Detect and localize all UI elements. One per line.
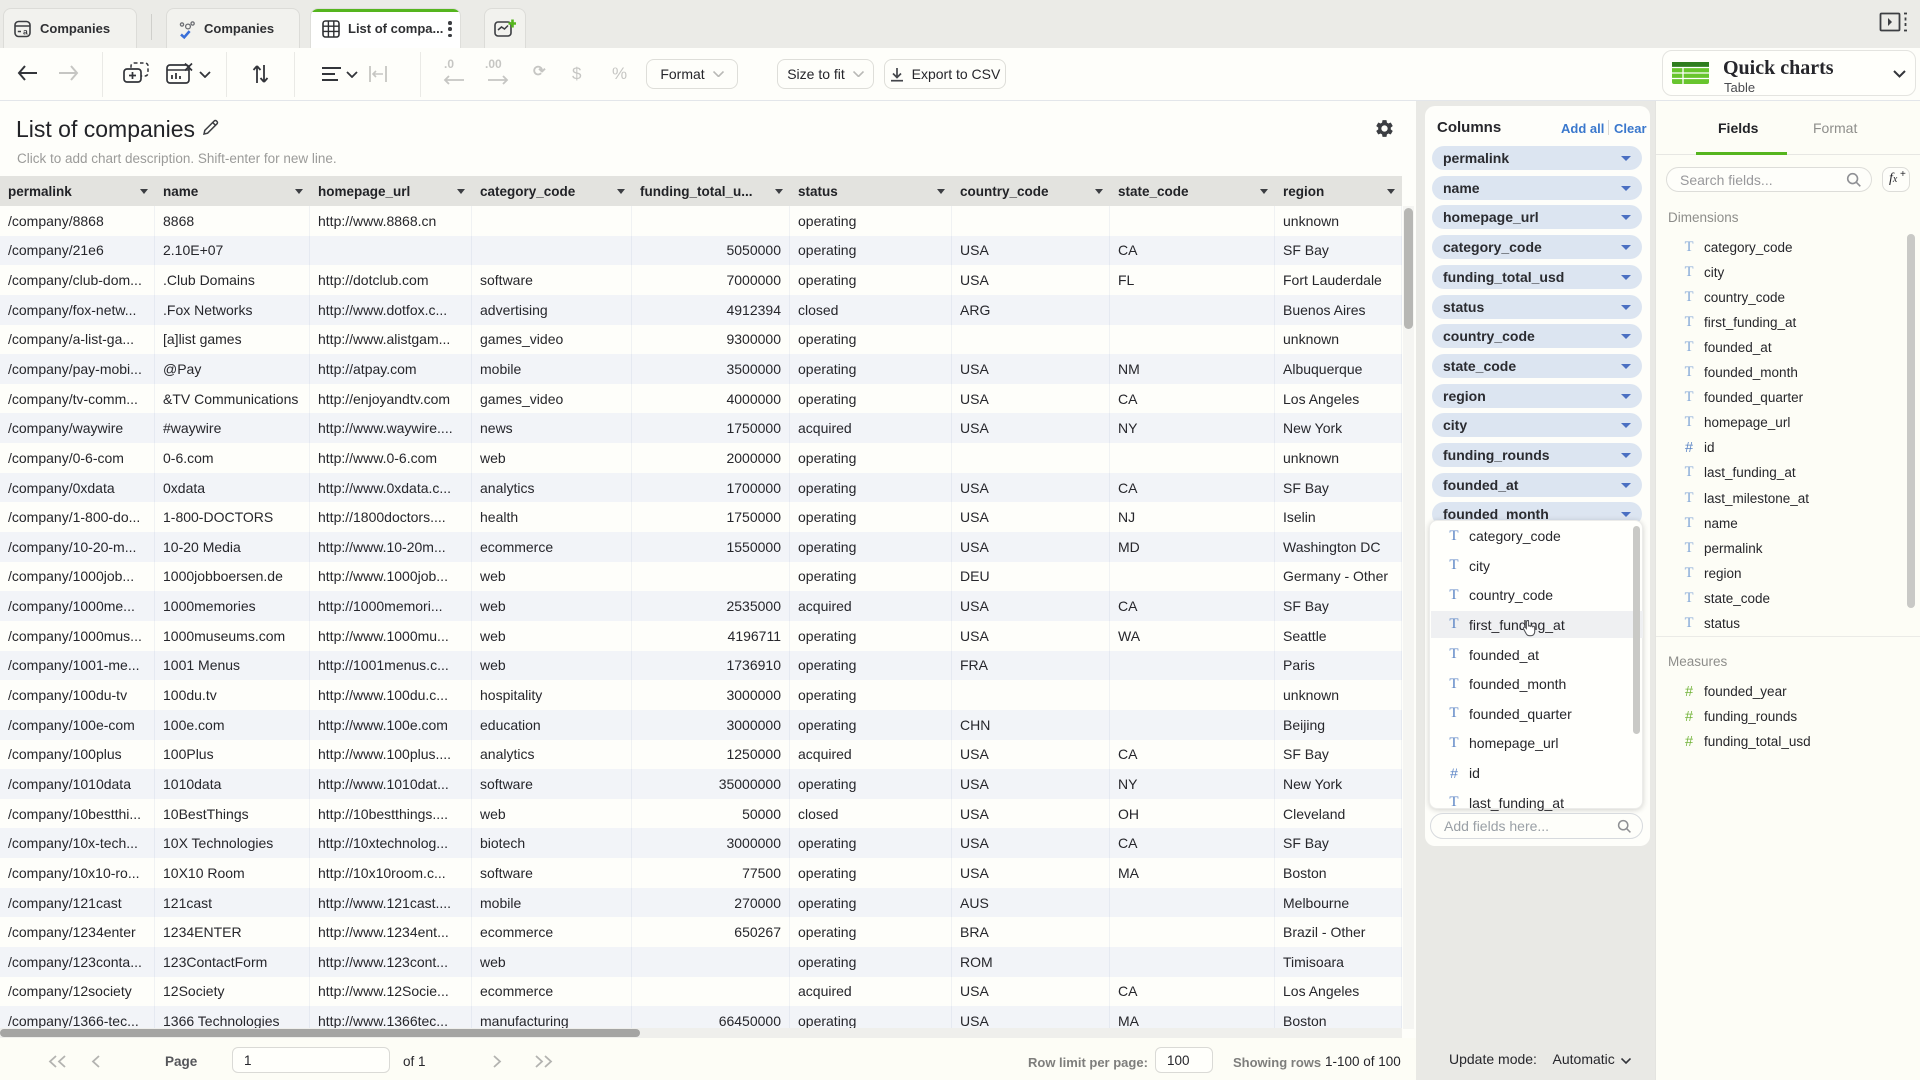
- svg-text:a: a: [23, 26, 28, 36]
